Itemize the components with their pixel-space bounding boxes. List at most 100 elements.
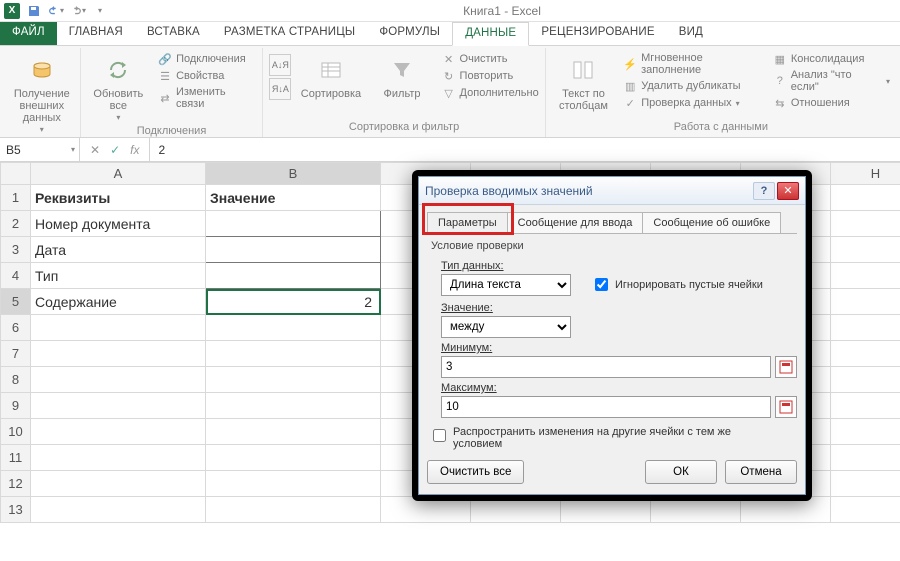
sort-az-button[interactable]: А↓Я [269, 54, 291, 76]
type-select[interactable]: Длина текста [441, 274, 571, 296]
relationships-item[interactable]: ⇆Отношения [773, 96, 890, 110]
cell[interactable]: Дата [31, 237, 206, 263]
sort-za-button[interactable]: Я↓А [269, 78, 291, 100]
cell[interactable] [206, 211, 381, 237]
row-header[interactable]: 2 [1, 211, 31, 237]
label: Проверка данных [641, 97, 731, 109]
select-all-corner[interactable] [1, 163, 31, 185]
tab-view[interactable]: ВИД [667, 22, 715, 45]
refresh-icon [102, 54, 134, 86]
connections-list: 🔗Подключения ☰ Свойства ⇄Изменить связи [158, 50, 256, 110]
ignore-blank-checkbox[interactable] [595, 278, 608, 291]
confirm-icon[interactable]: ✓ [110, 143, 120, 157]
cell[interactable]: Значение [206, 185, 381, 211]
row-header[interactable]: 10 [1, 419, 31, 445]
sort-label: Сортировка [301, 88, 361, 100]
label: А↓Я [272, 60, 289, 70]
tab-data[interactable]: ДАННЫЕ [452, 22, 529, 46]
filter-button[interactable]: Фильтр [370, 50, 433, 100]
tab-home[interactable]: ГЛАВНАЯ [57, 22, 135, 45]
propagate-checkbox[interactable] [433, 429, 446, 442]
help-button[interactable]: ? [753, 182, 775, 200]
filter-label: Фильтр [384, 88, 421, 100]
consolidate-item[interactable]: ▦Консолидация [773, 52, 890, 66]
cell[interactable]: Содержание [31, 289, 206, 315]
fx-icon[interactable]: fx [130, 143, 139, 157]
properties-item[interactable]: ☰ Свойства [158, 69, 256, 83]
tab-page-layout[interactable]: РАЗМЕТКА СТРАНИЦЫ [212, 22, 367, 45]
cell[interactable]: Номер документа [31, 211, 206, 237]
min-range-picker[interactable] [775, 356, 797, 378]
row-header[interactable]: 1 [1, 185, 31, 211]
value-select[interactable]: между [441, 316, 571, 338]
clear-filter-item[interactable]: ✕Очистить [442, 52, 539, 66]
formula-input[interactable]: 2 [150, 138, 900, 161]
type-label: Тип данных: [441, 260, 571, 272]
cell-selected[interactable]: 2 [206, 289, 381, 315]
col-header-h[interactable]: H [831, 163, 900, 185]
get-external-data-button[interactable]: Получение внешних данных [10, 50, 74, 135]
database-icon [26, 54, 58, 86]
refresh-all-button[interactable]: Обновить все [87, 50, 151, 123]
clear-all-button[interactable]: Очистить все [427, 460, 524, 484]
tab-file[interactable]: ФАЙЛ [0, 22, 57, 45]
col-header-a[interactable]: A [31, 163, 206, 185]
row-header[interactable]: 12 [1, 471, 31, 497]
tab-review[interactable]: РЕЦЕНЗИРОВАНИЕ [529, 22, 666, 45]
save-icon[interactable] [26, 3, 42, 19]
consolidate-icon: ▦ [773, 52, 787, 66]
redo-button[interactable] [70, 3, 86, 19]
dialog-titlebar[interactable]: Проверка вводимых значений ? ✕ [419, 177, 805, 205]
properties-icon: ☰ [158, 69, 172, 83]
max-range-picker[interactable] [775, 396, 797, 418]
label: Повторить [460, 70, 514, 82]
data-validation-item[interactable]: ✓Проверка данных [623, 96, 765, 110]
advanced-filter-item[interactable]: ▽Дополнительно [442, 86, 539, 100]
flash-icon: ⚡ [623, 57, 637, 71]
window-title: Книга1 - Excel [108, 4, 896, 18]
row-header[interactable]: 7 [1, 341, 31, 367]
cell[interactable]: Тип [31, 263, 206, 289]
cancel-button[interactable]: Отмена [725, 460, 797, 484]
dialog-tab-error-alert[interactable]: Сообщение об ошибке [642, 212, 781, 234]
reapply-filter-item[interactable]: ↻Повторить [442, 69, 539, 83]
dialog-section-label: Условие проверки [431, 240, 797, 252]
row-header[interactable]: 4 [1, 263, 31, 289]
ok-button[interactable]: ОК [645, 460, 717, 484]
clear-icon: ✕ [442, 52, 456, 66]
close-button[interactable]: ✕ [777, 182, 799, 200]
whatif-item[interactable]: ?Анализ "что если" [773, 69, 890, 93]
cell[interactable] [206, 237, 381, 263]
connections-item[interactable]: 🔗Подключения [158, 52, 256, 66]
tab-formulas[interactable]: ФОРМУЛЫ [367, 22, 452, 45]
title-bar: X ▾ Книга1 - Excel [0, 0, 900, 22]
cancel-icon[interactable]: ✕ [90, 143, 100, 157]
sort-button[interactable]: Сортировка [299, 50, 362, 100]
label: Отношения [791, 97, 850, 109]
min-input[interactable] [441, 356, 771, 378]
row-header[interactable]: 6 [1, 315, 31, 341]
text-to-columns-button[interactable]: Текст по столбцам [552, 50, 616, 112]
remove-duplicates-item[interactable]: ▥Удалить дубликаты [623, 79, 765, 93]
cell[interactable]: Реквизиты [31, 185, 206, 211]
name-box[interactable]: B5 [0, 138, 80, 161]
row-header[interactable]: 11 [1, 445, 31, 471]
edit-links-item[interactable]: ⇄Изменить связи [158, 86, 256, 110]
flash-fill-item[interactable]: ⚡Мгновенное заполнение [623, 52, 765, 76]
ignore-blank-label: Игнорировать пустые ячейки [615, 279, 763, 291]
min-label: Минимум: [441, 342, 797, 354]
label: Свойства [176, 70, 224, 82]
col-header-b[interactable]: B [206, 163, 381, 185]
row-header[interactable]: 5 [1, 289, 31, 315]
row-header[interactable]: 13 [1, 497, 31, 523]
cell[interactable] [206, 263, 381, 289]
tab-insert[interactable]: ВСТАВКА [135, 22, 212, 45]
dialog-tab-input-message[interactable]: Сообщение для ввода [507, 212, 644, 234]
row-header[interactable]: 9 [1, 393, 31, 419]
row-header[interactable]: 3 [1, 237, 31, 263]
undo-button[interactable] [48, 3, 64, 19]
qat-customize-icon[interactable]: ▾ [92, 3, 108, 19]
max-input[interactable] [441, 396, 771, 418]
dialog-tab-settings[interactable]: Параметры [427, 212, 508, 234]
row-header[interactable]: 8 [1, 367, 31, 393]
